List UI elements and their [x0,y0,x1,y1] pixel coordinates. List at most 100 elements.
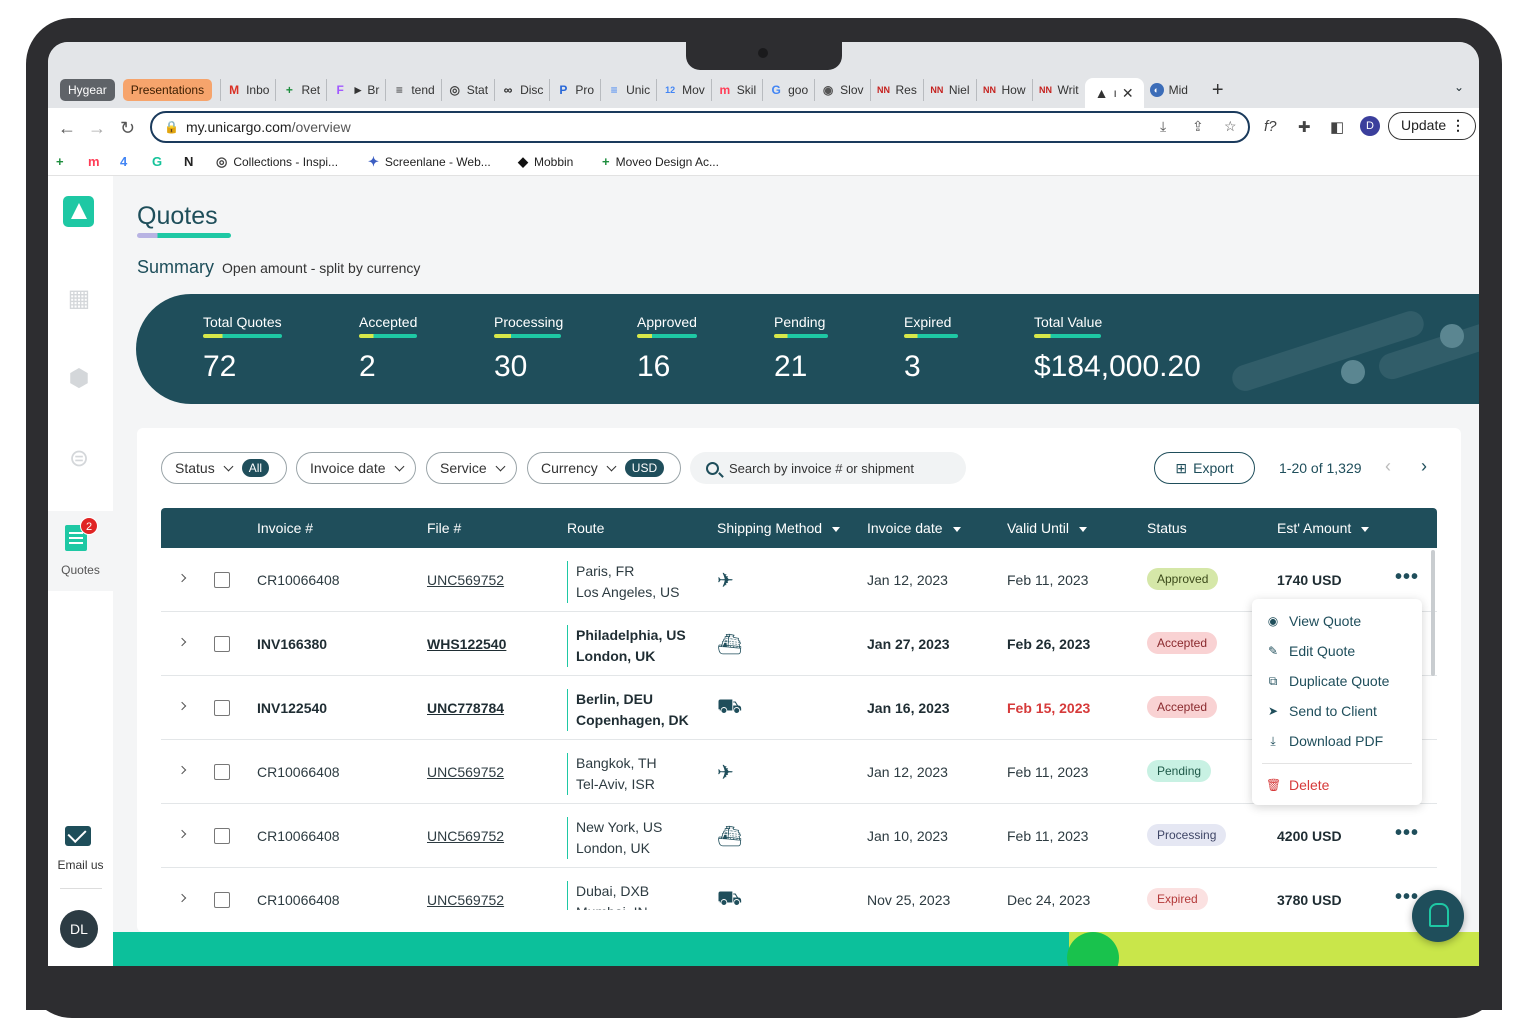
tab-2[interactable]: F ► Br [326,79,385,101]
tab-group-presentations[interactable]: Presentations [122,79,213,101]
tab-group-hygear[interactable]: Hygear [60,79,115,101]
row-checkbox[interactable] [214,764,230,780]
update-button[interactable]: Update ⋮ [1388,112,1476,140]
close-icon[interactable]: ✕ [1122,85,1134,102]
bookmark-1[interactable]: m [88,154,100,169]
table-row[interactable]: INV122540 UNC778784 Berlin, DEU Copenhagen,… [161,676,1437,740]
bookmark-star-icon[interactable]: ☆ [1224,118,1237,135]
file-number-link[interactable]: UNC569752 [427,572,504,588]
service-filter[interactable]: Service [426,452,517,484]
stat-total-quotes[interactable]: Total Quotes 72 [203,314,282,384]
tab-10[interactable]: Ggoo [762,79,814,101]
notification-bell-icon[interactable] [1412,890,1464,942]
bookmark-0[interactable]: + [56,154,64,169]
col-status[interactable]: Status [1147,520,1187,536]
chevron-down-icon[interactable]: ⌄ [1454,80,1464,94]
more-actions-icon[interactable]: ••• [1395,822,1419,845]
tab-6[interactable]: P Pro [549,79,600,101]
email-icon[interactable] [65,826,91,846]
col-amount[interactable]: Est' Amount [1277,520,1370,536]
email-us-label[interactable]: Email us [48,858,113,872]
tab-9[interactable]: m Skil [710,79,762,101]
search-input[interactable]: Search by invoice # or shipment [690,452,966,484]
tab-13[interactable]: NN Niel [922,79,976,101]
sidebar-item-quotes[interactable]: 2 Quotes [48,511,113,591]
row-checkbox[interactable] [214,572,230,588]
sidepanel-icon[interactable]: ◧ [1330,118,1344,136]
dashboard-icon[interactable]: ▦ [64,284,94,314]
file-number-link[interactable]: UNC778784 [427,700,504,716]
user-avatar[interactable]: DL [60,910,98,948]
tab-1[interactable]: + Ret [275,79,326,101]
bookmark-2[interactable]: 4 [120,154,127,169]
reload-button[interactable]: ↻ [120,118,135,139]
row-checkbox[interactable] [214,892,230,908]
row-checkbox[interactable] [214,636,230,652]
prev-page-button[interactable]: ‹ [1385,456,1391,477]
menu-item-duplicate-quote[interactable]: ⧉ Duplicate Quote [1266,673,1390,689]
menu-item-delete[interactable]: 🗑 Delete [1266,777,1329,793]
stat-total-value[interactable]: Total Value $184,000.20 [1034,314,1201,384]
expand-row-icon[interactable] [177,765,187,775]
profile-avatar[interactable]: D [1360,116,1380,136]
stat-approved[interactable]: Approved 16 [637,314,697,384]
export-button[interactable]: ⊞ Export [1154,452,1255,484]
tab-4[interactable]: ◎ Stat [440,79,494,101]
table-row[interactable]: CR10066408 UNC569752 Paris, FR Los Angeles,… [161,548,1437,612]
row-checkbox[interactable] [214,700,230,716]
invoice-date-filter[interactable]: Invoice date [296,452,416,484]
stat-pending[interactable]: Pending 21 [774,314,828,384]
status-filter[interactable]: Status All [161,452,287,484]
table-row[interactable]: CR10066408 UNC569752 New York, US London, U… [161,804,1437,868]
tab-active-unicargo[interactable]: ▲ ı ✕ [1084,78,1144,108]
expand-row-icon[interactable] [177,893,187,903]
bookmark-8[interactable]: + Moveo Design Ac... [602,154,719,169]
back-button[interactable]: ← [58,118,76,139]
menu-item-send-to-client[interactable]: ➤ Send to Client [1266,703,1377,719]
bookmark-3[interactable]: G [152,154,162,169]
tab-7[interactable]: ≡ Unic [600,79,656,101]
expand-row-icon[interactable] [177,829,187,839]
row-checkbox[interactable] [214,828,230,844]
menu-item-edit-quote[interactable]: ✎ Edit Quote [1266,643,1355,659]
tab-14[interactable]: NN How [975,79,1032,101]
bookmark-6[interactable]: ✦ Screenlane - Web... [368,154,491,170]
expand-row-icon[interactable] [177,637,187,647]
col-invoice-date[interactable]: Invoice date [867,520,961,536]
file-number-link[interactable]: UNC569752 [427,764,504,780]
extensions-puzzle-icon[interactable]: ✚ [1298,118,1311,136]
menu-item-view-quote[interactable]: ◉ View Quote [1266,613,1361,629]
install-icon[interactable]: ⤓ [1160,118,1166,135]
tab-12[interactable]: NN Res [869,79,923,101]
col-invoice[interactable]: Invoice # [257,520,313,536]
tab-mid[interactable]: ◐ Mid [1144,79,1194,101]
more-actions-icon[interactable]: ••• [1395,566,1419,589]
currency-filter[interactable]: Currency USD [527,452,681,484]
col-valid-until[interactable]: Valid Until [1007,520,1087,536]
address-bar[interactable]: 🔒 my.unicargo.com/overview ⤓ ⇪ ☆ [150,111,1250,143]
tab-11[interactable]: ◉ Slov [814,79,869,101]
table-row[interactable]: INV166380 WHS122540 Philadelphia, US London… [161,612,1437,676]
tab-0[interactable]: M Inbo [220,79,275,101]
col-file[interactable]: File # [427,520,461,536]
dollar-icon[interactable]: ⊜ [64,444,94,474]
share-icon[interactable]: ⇪ [1192,118,1204,135]
file-number-link[interactable]: UNC569752 [427,828,504,844]
table-scrollbar[interactable] [1431,550,1435,676]
tab-8[interactable]: 12 Mov [656,79,711,101]
col-shipping-method[interactable]: Shipping Method [717,520,841,536]
bookmark-5[interactable]: ◎ Collections - Inspi... [216,154,338,170]
table-row[interactable]: CR10066408 UNC569752 Bangkok, TH Tel-Aviv, … [161,740,1437,804]
forward-button[interactable]: → [88,118,106,139]
file-number-link[interactable]: WHS122540 [427,636,506,652]
unicargo-logo[interactable] [63,196,94,227]
stat-accepted[interactable]: Accepted 2 [359,314,417,384]
bookmark-7[interactable]: ◆ Mobbin [518,154,573,170]
file-number-link[interactable]: UNC569752 [427,892,504,908]
col-route[interactable]: Route [567,520,604,536]
tab-15[interactable]: NN Writ [1031,79,1085,101]
tab-3[interactable]: ≡ tend [385,79,440,101]
new-tab-button[interactable]: + [1212,79,1224,102]
expand-row-icon[interactable] [177,701,187,711]
tab-5[interactable]: ∞ Disc [494,79,549,101]
